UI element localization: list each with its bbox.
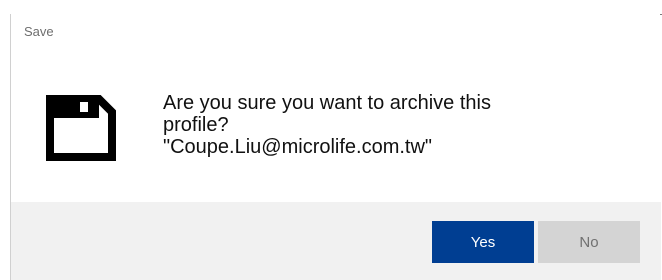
message-line: profile?	[163, 114, 229, 136]
message-line: Are you sure you want to archive this	[163, 92, 491, 114]
yes-button[interactable]: Yes	[432, 221, 534, 263]
dialog-message: Are you sure you want to archive this pr…	[163, 92, 491, 158]
no-button[interactable]: No	[538, 221, 640, 263]
floppy-disk-icon	[45, 94, 117, 162]
message-line: "Coupe.Liu@microlife.com.tw"	[163, 136, 433, 158]
dialog-title: Save	[24, 24, 54, 39]
